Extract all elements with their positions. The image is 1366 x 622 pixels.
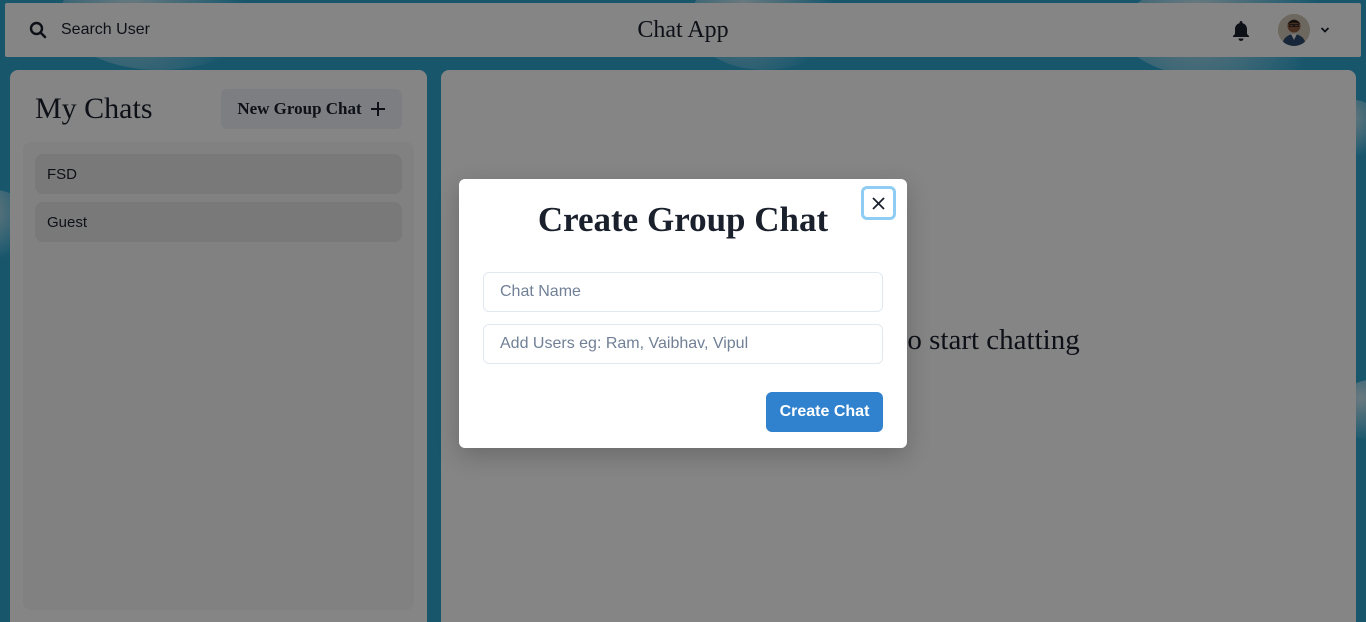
close-icon — [872, 196, 885, 210]
modal-title: Create Group Chat — [537, 200, 829, 239]
close-button[interactable] — [861, 186, 896, 220]
create-group-chat-modal: Create Group Chat Create Chat — [459, 179, 907, 448]
create-chat-button[interactable]: Create Chat — [766, 392, 883, 432]
chat-name-input[interactable] — [483, 272, 883, 312]
add-users-input[interactable] — [483, 324, 883, 364]
